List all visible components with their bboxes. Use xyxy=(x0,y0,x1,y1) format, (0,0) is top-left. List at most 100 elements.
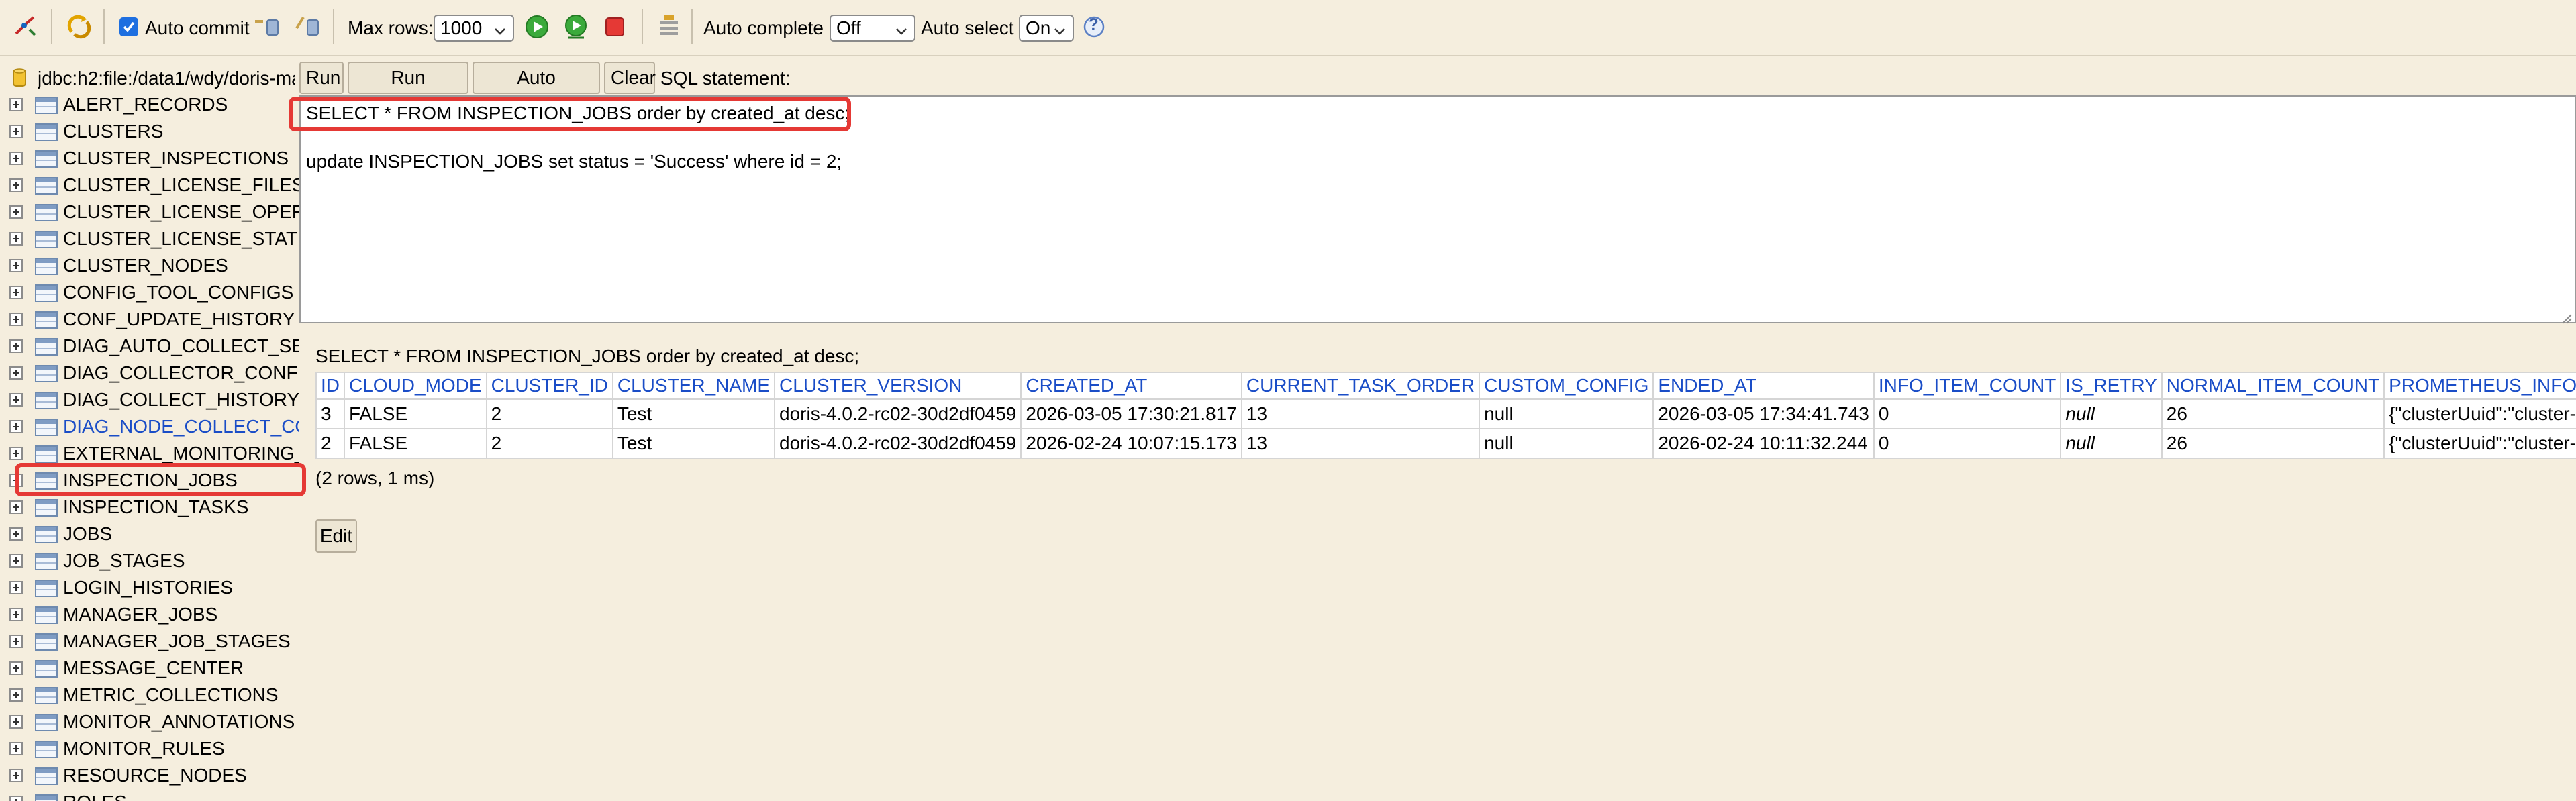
tree-item-message-center[interactable]: MESSAGE_CENTER xyxy=(0,655,299,682)
resize-grip-icon[interactable] xyxy=(2560,307,2572,324)
column-header[interactable]: CURRENT_TASK_ORDER xyxy=(1240,372,1481,400)
tree-item-cluster-license-status[interactable]: CLUSTER_LICENSE_STATUS xyxy=(0,225,299,252)
expand-icon[interactable] xyxy=(9,635,23,648)
column-header[interactable]: CLUSTER_NAME xyxy=(611,372,776,400)
expand-icon[interactable] xyxy=(9,554,23,568)
tree-item-manager-jobs[interactable]: MANAGER_JOBS xyxy=(0,601,299,628)
tree-item-cluster-license-files[interactable]: CLUSTER_LICENSE_FILES xyxy=(0,172,299,199)
tree-item-monitor-rules[interactable]: MONITOR_RULES xyxy=(0,735,299,762)
tree-item-cluster-nodes[interactable]: CLUSTER_NODES xyxy=(0,252,299,279)
chevron-down-icon xyxy=(894,20,909,44)
auto-complete-select[interactable]: Off xyxy=(830,15,915,42)
auto-commit-checkbox[interactable] xyxy=(119,17,138,36)
help-icon[interactable]: ? xyxy=(1079,12,1109,42)
expand-icon[interactable] xyxy=(9,339,23,353)
table-cell: 2026-03-05 17:34:41.743 xyxy=(1652,398,1875,429)
tree-item-metric-collections[interactable]: METRIC_COLLECTIONS xyxy=(0,682,299,708)
auto-complete-button[interactable]: Auto complete xyxy=(473,62,600,117)
expand-icon[interactable] xyxy=(9,152,23,165)
table-icon xyxy=(35,419,58,436)
column-header[interactable]: CREATED_AT xyxy=(1020,372,1242,400)
expand-icon[interactable] xyxy=(9,527,23,541)
rollback-icon[interactable] xyxy=(293,12,322,42)
expand-icon[interactable] xyxy=(9,688,23,702)
column-header[interactable]: CLUSTER_ID xyxy=(485,372,613,400)
tree-item-inspection-tasks[interactable]: INSPECTION_TASKS xyxy=(0,494,299,521)
expand-icon[interactable] xyxy=(9,232,23,246)
table-icon xyxy=(35,150,58,168)
commit-icon[interactable] xyxy=(252,12,282,42)
column-header[interactable]: PROMETHEUS_INFO xyxy=(2383,372,2576,400)
tree-item-label: CLUSTER_NODES xyxy=(63,255,228,276)
tree-item-login-histories[interactable]: LOGIN_HISTORIES xyxy=(0,574,299,601)
max-rows-select[interactable]: 1000 xyxy=(434,15,514,42)
run-selected-icon[interactable] xyxy=(561,12,591,42)
auto-select-select[interactable]: On xyxy=(1019,15,1074,42)
tree-item-diag-node-collect-configs[interactable]: DIAG_NODE_COLLECT_CONFIGS xyxy=(0,413,299,440)
column-header[interactable]: CLOUD_MODE xyxy=(344,372,487,400)
history-icon[interactable] xyxy=(655,12,685,42)
expand-icon[interactable] xyxy=(9,125,23,138)
run-icon[interactable] xyxy=(522,12,552,42)
column-header[interactable]: CLUSTER_VERSION xyxy=(774,372,1022,400)
clear-button[interactable]: Clear xyxy=(604,62,656,94)
table-cell: 2026-02-24 10:11:32.244 xyxy=(1652,428,1875,459)
table-cell: doris-4.0.2-rc02-30d2df0459 xyxy=(774,398,1022,429)
expand-icon[interactable] xyxy=(9,420,23,433)
table-cell: doris-4.0.2-rc02-30d2df0459 xyxy=(774,428,1022,459)
tree-item-manager-job-stages[interactable]: MANAGER_JOB_STAGES xyxy=(0,628,299,655)
expand-icon[interactable] xyxy=(9,661,23,675)
column-header[interactable]: INFO_ITEM_COUNT xyxy=(1873,372,2062,400)
column-header[interactable]: ENDED_AT xyxy=(1652,372,1875,400)
expand-icon[interactable] xyxy=(9,178,23,192)
tree-item-cluster-inspections[interactable]: CLUSTER_INSPECTIONS xyxy=(0,145,299,172)
tree-item-jobs[interactable]: JOBS xyxy=(0,521,299,547)
tree-item-diag-auto-collect-settings[interactable]: DIAG_AUTO_COLLECT_SETTINGS xyxy=(0,333,299,360)
table-cell: 0 xyxy=(1873,428,2062,459)
tree-item-cluster-license-operations[interactable]: CLUSTER_LICENSE_OPERATIONS xyxy=(0,199,299,225)
tree-item-roles[interactable]: ROLES xyxy=(0,789,299,801)
table-cell: 13 xyxy=(1240,428,1481,459)
expand-icon[interactable] xyxy=(9,259,23,272)
tree-item-alert-records[interactable]: ALERT_RECORDS xyxy=(0,91,299,118)
tree-item-clusters[interactable]: CLUSTERS xyxy=(0,118,299,145)
expand-icon[interactable] xyxy=(9,715,23,729)
tree-item-job-stages[interactable]: JOB_STAGES xyxy=(0,547,299,574)
run-selected-button[interactable]: Run Selected xyxy=(348,62,468,117)
expand-icon[interactable] xyxy=(9,447,23,460)
tree-item-label: MANAGER_JOBS xyxy=(63,604,218,625)
auto-select-label: Auto select xyxy=(921,17,1014,38)
connection-url: jdbc:h2:file:/data1/wdy/doris-manager xyxy=(38,68,295,89)
expand-icon[interactable] xyxy=(9,608,23,621)
column-header[interactable]: NORMAL_ITEM_COUNT xyxy=(2161,372,2385,400)
column-header[interactable]: IS_RETRY xyxy=(2060,372,2163,400)
edit-button[interactable]: Edit xyxy=(315,519,357,553)
refresh-icon[interactable] xyxy=(64,12,94,42)
tree-item-monitor-annotations[interactable]: MONITOR_ANNOTATIONS xyxy=(0,708,299,735)
disconnect-icon[interactable] xyxy=(11,12,40,42)
auto-commit-label: Auto commit xyxy=(145,17,250,38)
table-icon xyxy=(35,767,58,785)
expand-icon[interactable] xyxy=(9,313,23,326)
column-header[interactable]: CUSTOM_CONFIG xyxy=(1479,372,1654,400)
expand-icon[interactable] xyxy=(9,205,23,219)
expand-icon[interactable] xyxy=(9,366,23,380)
expand-icon[interactable] xyxy=(9,500,23,514)
table-cell: {"clusterUuid":"cluster-7723907 xyxy=(2383,398,2576,429)
run-button[interactable]: Run xyxy=(299,62,344,94)
expand-icon[interactable] xyxy=(9,393,23,407)
tree-item-conf-update-history[interactable]: CONF_UPDATE_HISTORY xyxy=(0,306,299,333)
expand-icon[interactable] xyxy=(9,742,23,755)
tree-item-diag-collector-configs[interactable]: DIAG_COLLECTOR_CONFIGS xyxy=(0,360,299,386)
tree-item-diag-collect-history[interactable]: DIAG_COLLECT_HISTORY xyxy=(0,386,299,413)
stop-icon[interactable] xyxy=(600,12,630,42)
expand-icon[interactable] xyxy=(9,98,23,111)
column-header[interactable]: ID xyxy=(315,372,345,400)
expand-icon[interactable] xyxy=(9,769,23,782)
expand-icon[interactable] xyxy=(9,286,23,299)
tree-item-config-tool-configs[interactable]: CONFIG_TOOL_CONFIGS xyxy=(0,279,299,306)
tree-item-resource-nodes[interactable]: RESOURCE_NODES xyxy=(0,762,299,789)
expand-icon[interactable] xyxy=(9,796,23,801)
table-row: 3 FALSE 2 Test doris-4.0.2-rc02-30d2df04… xyxy=(315,398,2576,429)
expand-icon[interactable] xyxy=(9,581,23,594)
